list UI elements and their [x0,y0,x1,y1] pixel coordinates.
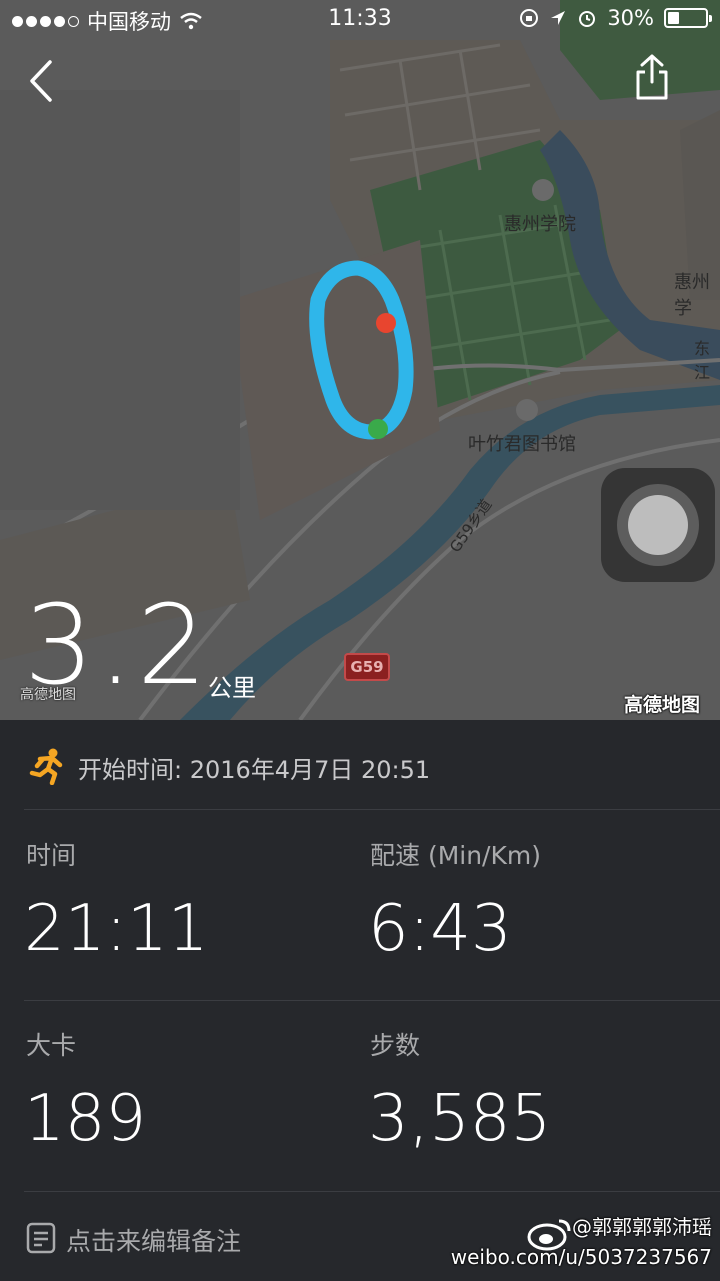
start-point-marker [368,419,388,439]
stat-label-calories: 大卡 [26,1031,77,1060]
chevron-left-icon [30,60,52,102]
stat-value-time: 21:11 [24,892,209,966]
status-bar: 中国移动 11:33 30% [0,0,720,40]
rotation-lock-icon [520,9,539,27]
alarm-icon [579,11,596,27]
road-badge: G59 [344,653,390,681]
stat-value-calories: 189 [24,1082,147,1156]
route-map[interactable]: 中国移动 11:33 30% 惠州学院 叶竹君图书馆 惠州学 东江 G59乡道 … [0,0,720,720]
share-button[interactable] [630,52,674,104]
stat-value-pace: 6:43 [368,892,512,966]
map-provider-small: 高德地图 [20,687,76,703]
share-icon [636,54,668,100]
distance-unit: 公里 [208,674,256,702]
map-label-school: 惠州学院 [504,214,576,235]
divider [24,809,720,810]
map-provider-logo: 高德地图 [624,694,701,716]
weibo-watermark: @郭郭郭郭沛瑶 weibo.com/u/5037237567 [451,1212,712,1272]
assistive-touch-button[interactable] [601,468,715,582]
start-time-value: 2016年4月7日 20:51 [189,756,431,784]
map-label-library: 叶竹君图书馆 [468,434,576,455]
start-time-text: 开始时间: 2016年4月7日 20:51 [78,750,430,785]
start-time-label: 开始时间: [78,756,183,784]
stat-label-pace: 配速 (Min/Km) [370,841,541,870]
divider [24,1000,720,1001]
back-button[interactable] [22,56,62,106]
note-icon [26,1222,56,1254]
weibo-url: weibo.com/u/5037237567 [450,1245,712,1269]
runner-icon [29,748,63,785]
map-label-edge-2: 东江 [694,339,711,382]
end-point-marker [376,313,396,333]
battery-icon [664,8,712,28]
stat-label-steps: 步数 [370,1031,421,1060]
edit-note-label: 点击来编辑备注 [66,1227,242,1256]
map-label-edge-1: 惠州学 [674,272,710,319]
stat-label-time: 时间 [26,841,77,870]
weibo-user: @郭郭郭郭沛瑶 [572,1215,712,1239]
battery-percent: 30% [607,6,654,30]
location-arrow-icon [551,11,566,25]
workout-details-panel: 开始时间: 2016年4月7日 20:51 时间 21:11 配速 (Min/K… [0,720,720,1281]
stat-value-steps: 3,585 [368,1082,552,1156]
start-time-row: 开始时间: 2016年4月7日 20:51 [0,720,720,810]
